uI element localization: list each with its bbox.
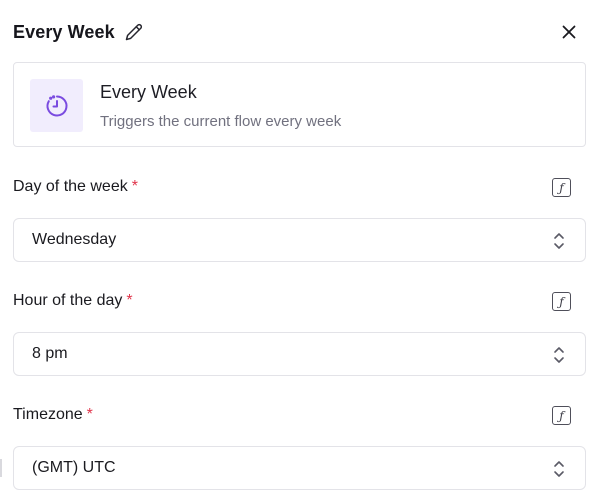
close-button[interactable] [558,21,580,43]
required-mark: * [126,292,133,309]
trigger-description: Triggers the current flow every week [100,113,342,130]
day-of-week-select[interactable]: Wednesday [13,218,586,262]
chevron-up-down-icon [554,347,564,363]
clock-icon [46,94,67,116]
timezone-label: Timezone * [13,406,93,424]
formula-icon: ƒ [559,180,564,195]
hour-of-day-value: 8 pm [32,345,68,362]
timezone-formula-button[interactable]: ƒ [552,406,571,425]
panel-header: Every Week [13,18,586,46]
day-of-week-formula-button[interactable]: ƒ [552,178,571,197]
panel-title: Every Week [13,21,115,42]
timezone-label-text: Timezone [13,406,83,423]
trigger-name: Every Week [100,82,197,102]
hour-of-day-select[interactable]: 8 pm [13,332,586,376]
chevron-up-down-icon [554,233,564,249]
required-mark: * [131,178,138,195]
day-of-week-label: Day of the week * [13,178,138,196]
trigger-card: Every Week Triggers the current flow eve… [13,62,586,147]
hour-of-day-label-text: Hour of the day [13,292,123,309]
timezone-value: (GMT) UTC [32,459,116,476]
panel-edge-divider [0,459,2,477]
trigger-icon-box [30,79,83,132]
hour-of-day-label: Hour of the day * [13,292,133,310]
day-of-week-value: Wednesday [32,231,117,248]
day-of-week-label-text: Day of the week [13,178,128,195]
required-mark: * [86,406,93,423]
close-icon [562,25,576,39]
formula-icon: ƒ [559,294,564,309]
formula-icon: ƒ [559,408,564,423]
hour-of-day-formula-button[interactable]: ƒ [552,292,571,311]
timezone-select[interactable]: (GMT) UTC [13,446,586,490]
chevron-up-down-icon [554,461,564,477]
pencil-icon[interactable] [124,22,144,42]
